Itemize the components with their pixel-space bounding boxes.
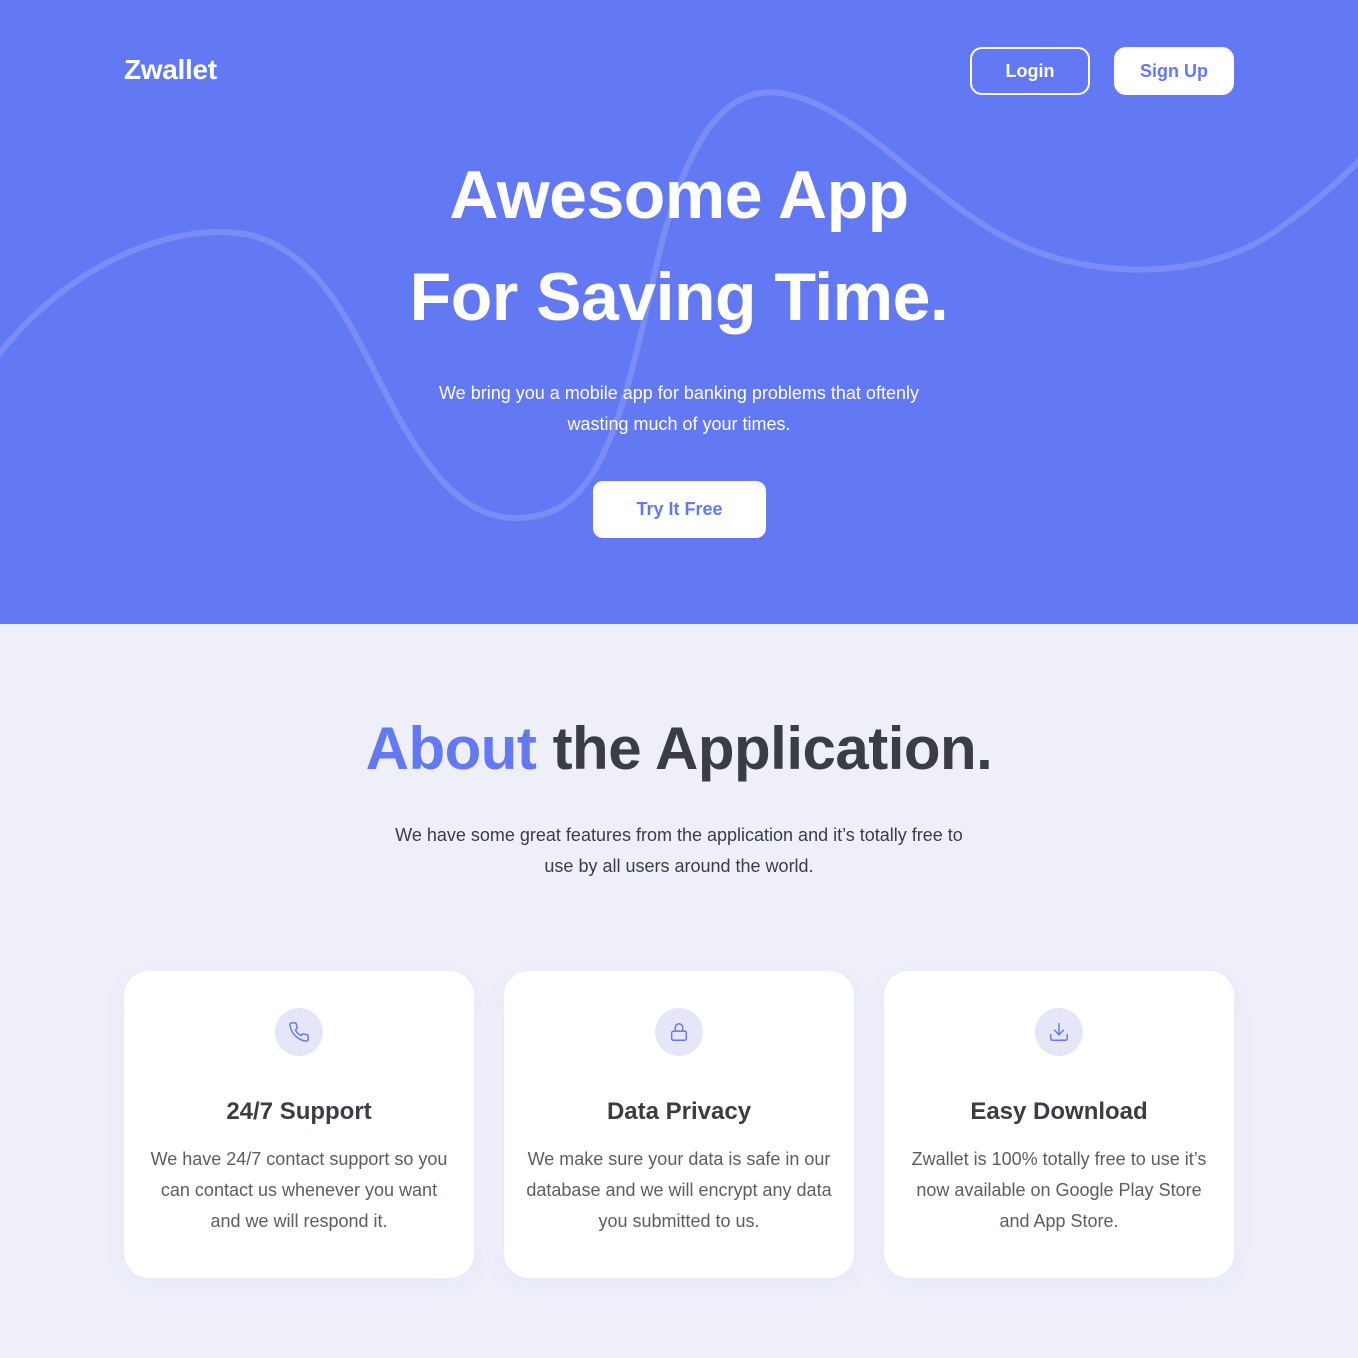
login-button[interactable]: Login [970,47,1090,95]
lock-icon [655,1008,703,1056]
about-section: About the Application. We have some grea… [0,624,1358,1358]
about-title-accent: About [365,715,537,782]
feature-description: We have 24/7 contact support so you can … [150,1149,448,1231]
about-title-rest: the Application. [536,715,993,782]
hero-title-line2: For Saving Time. [409,259,949,335]
phone-icon [275,1008,323,1056]
hero-title-line1: Awesome App [449,157,909,233]
feature-card-download: Easy Download Zwallet is 100% totally fr… [884,971,1234,1278]
brand-logo[interactable]: Zwallet [124,54,217,86]
hero-section: Zwallet Login Sign Up Awesome App For Sa… [0,0,1358,624]
hero-description: We bring you a mobile app for banking pr… [439,383,919,434]
download-icon [1035,1008,1083,1056]
try-it-free-button[interactable]: Try It Free [593,481,766,538]
feature-card-privacy: Data Privacy We make sure your data is s… [504,971,854,1278]
feature-title: 24/7 Support [226,1098,372,1125]
signup-button[interactable]: Sign Up [1114,47,1234,95]
about-description: We have some great features from the app… [395,825,963,876]
feature-card-support: 24/7 Support We have 24/7 contact suppor… [124,971,474,1278]
about-title: About the Application. [0,714,1358,783]
feature-title: Data Privacy [606,1098,752,1125]
feature-title: Easy Download [970,1098,1148,1125]
feature-description: We make sure your data is safe in our da… [526,1149,832,1231]
top-navbar: Zwallet Login Sign Up [124,46,1234,96]
feature-description: Zwallet is 100% totally free to use it’s… [911,1149,1207,1231]
